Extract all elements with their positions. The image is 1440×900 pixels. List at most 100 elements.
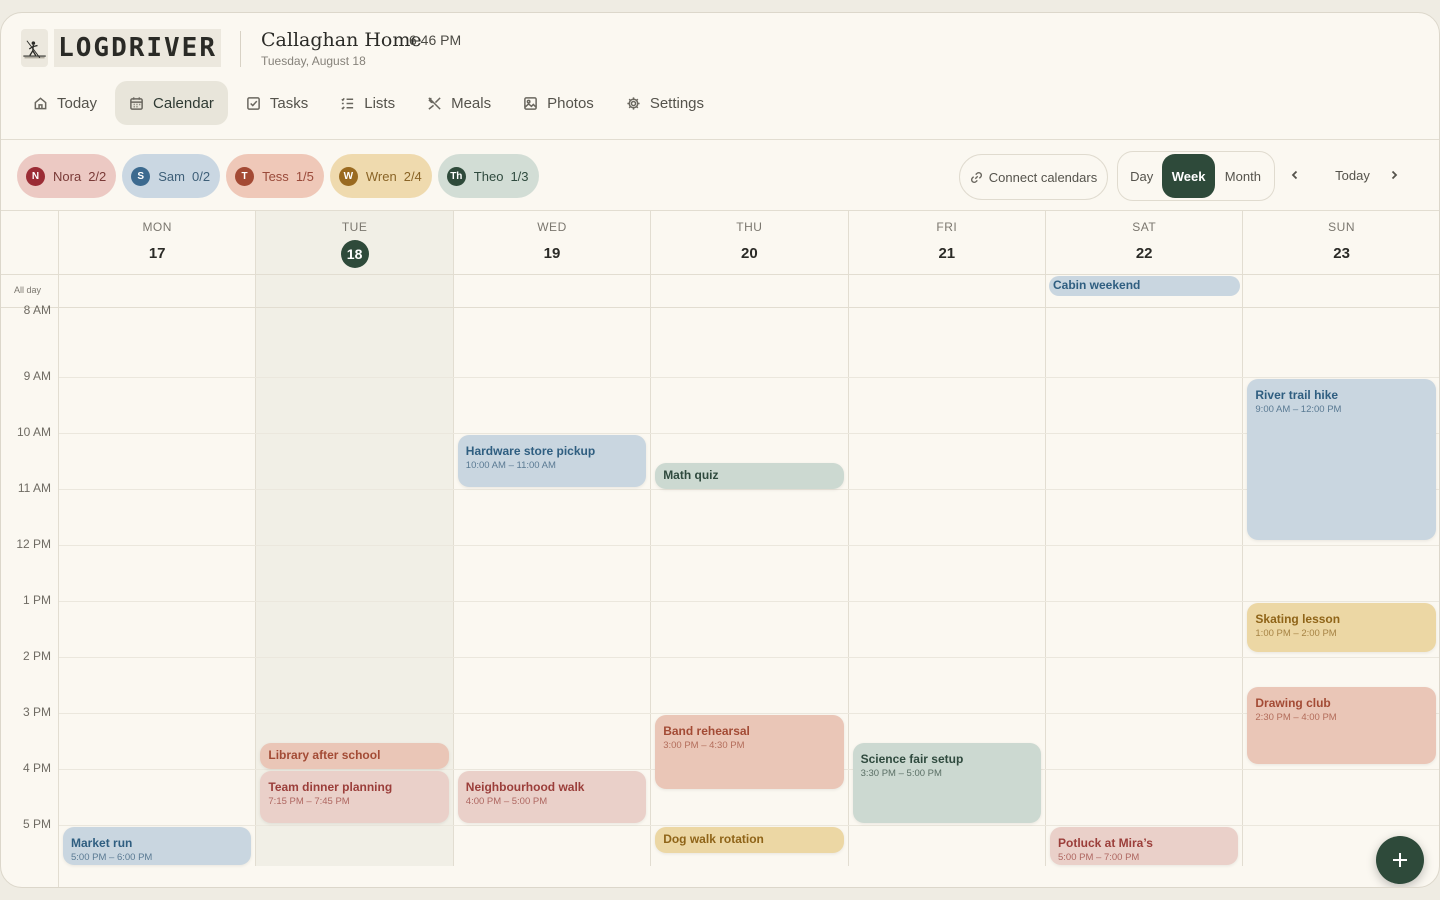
event-time: 1:00 PM – 2:00 PM: [1255, 628, 1337, 639]
day-number: 17: [148, 245, 166, 262]
add-event-button[interactable]: [1376, 836, 1424, 884]
calendar-event[interactable]: Band rehearsal 3:00 PM – 4:30 PM: [655, 715, 844, 790]
brand-logo[interactable]: LOGDRIVER: [21, 29, 221, 67]
event-title: Skating lesson: [1255, 612, 1341, 626]
plus-icon: [1393, 853, 1407, 867]
view-week-button[interactable]: Week: [1162, 154, 1215, 198]
current-time: 6:46 PM: [409, 32, 462, 48]
event-title: Market run: [71, 836, 133, 850]
member-avatar: S: [131, 166, 151, 186]
day-header-mon[interactable]: MON 17: [59, 211, 257, 274]
calendar-event[interactable]: Science fair setup 3:30 PM – 5:00 PM: [852, 743, 1041, 823]
calendar-event[interactable]: Neighbourhood walk 4:00 PM – 5:00 PM: [457, 771, 647, 823]
column-divider: [650, 211, 652, 866]
event-time: 10:00 AM – 11:00 AM: [465, 460, 556, 471]
calendar-event[interactable]: Potluck at Mira’s 5:00 PM – 7:00 PM: [1050, 827, 1239, 865]
column-divider: [1045, 211, 1046, 866]
next-week-button[interactable]: [1382, 162, 1406, 188]
hour-label: 12 PM: [16, 537, 51, 551]
hour-label: 11 AM: [17, 481, 51, 495]
day-header-wed[interactable]: WED 19: [454, 211, 652, 274]
member-task-count: 2/2: [88, 168, 107, 184]
hour-label: 8 AM: [23, 303, 51, 317]
calendar-event[interactable]: Market run 5:00 PM – 6:00 PM: [63, 827, 252, 865]
nav-photos[interactable]: Photos: [509, 81, 608, 125]
calendar-toolbar: N Nora 2/2 S Sam 0/2 T Tess 1/5 W Wren 2/4 Th Theo 1/3…: [1, 140, 1439, 211]
event-time: 4:00 PM – 5:00 PM: [465, 796, 548, 807]
connect-calendars-button[interactable]: Connect calendars: [959, 154, 1108, 200]
member-name: Wren: [365, 168, 397, 184]
previous-week-button[interactable]: [1283, 162, 1307, 188]
utensils-icon: [428, 96, 441, 110]
day-name: SUN: [1328, 220, 1355, 234]
calendar-event[interactable]: Library after school: [260, 743, 449, 769]
member-task-count: 1/3: [510, 168, 529, 184]
nav-lists[interactable]: Lists: [326, 81, 409, 125]
member-chip-sam[interactable]: S Sam 0/2: [122, 154, 221, 198]
jump-to-today-button[interactable]: Today: [1325, 162, 1380, 188]
member-avatar: T: [235, 166, 255, 186]
nav-meals[interactable]: Meals: [413, 81, 505, 125]
member-avatar: W: [338, 166, 358, 186]
calendar-event[interactable]: Team dinner planning 7:15 PM – 7:45 PM: [260, 771, 449, 823]
calendar-event[interactable]: Dog walk rotation: [655, 827, 844, 853]
column-divider: [255, 211, 257, 866]
day-name: WED: [537, 220, 567, 234]
event-time: 5:00 PM – 6:00 PM: [71, 852, 153, 863]
day-header-sat[interactable]: SAT 22: [1046, 211, 1244, 274]
day-number: 23: [1333, 245, 1350, 262]
event-time: 2:30 PM – 4:00 PM: [1255, 712, 1337, 723]
nav-label: Tasks: [269, 94, 309, 112]
event-title: Team dinner planning: [268, 780, 393, 794]
event-time: 9:00 AM – 12:00 PM: [1255, 404, 1342, 415]
hour-label: 9 AM: [23, 369, 51, 383]
main-nav: Today Calendar Tasks Lists Meals Photos: [19, 81, 718, 125]
hour-label: 3 PM: [22, 705, 51, 719]
member-chip-nora[interactable]: N Nora 2/2: [17, 154, 117, 198]
hour-label: 10 AM: [16, 425, 51, 439]
nav-tasks[interactable]: Tasks: [232, 81, 322, 125]
app-window: LOGDRIVER Callaghan Home 6:46 PM Tuesday…: [0, 12, 1440, 888]
column-divider: [847, 211, 849, 866]
event-time: 7:15 PM – 7:45 PM: [268, 796, 350, 807]
all-day-label: All day: [14, 285, 42, 295]
member-chip-theo[interactable]: Th Theo 1/3: [437, 154, 539, 198]
day-number: 18: [340, 240, 369, 268]
hour-line: [59, 545, 1439, 546]
event-title: Library after school: [268, 748, 381, 762]
member-chip-tess[interactable]: T Tess 1/5: [226, 154, 324, 198]
all-day-event[interactable]: Cabin weekend: [1049, 276, 1241, 296]
chevron-left-icon: [1291, 170, 1298, 180]
calendar-event[interactable]: Skating lesson 1:00 PM – 2:00 PM: [1247, 603, 1436, 653]
calendar-event[interactable]: Drawing club 2:30 PM – 4:00 PM: [1247, 687, 1436, 765]
day-header-thu[interactable]: THU 20: [651, 211, 849, 274]
member-chip-wren[interactable]: W Wren 2/4: [329, 154, 432, 198]
event-title: Science fair setup: [860, 752, 964, 766]
day-header-sun[interactable]: SUN 23: [1243, 211, 1439, 274]
view-day-button[interactable]: Day: [1121, 154, 1162, 198]
header-divider-line: [1, 274, 1439, 275]
day-name: TUE: [341, 220, 368, 234]
calendar-event[interactable]: River trail hike 9:00 AM – 12:00 PM: [1247, 379, 1436, 541]
view-month-button[interactable]: Month: [1215, 154, 1271, 198]
event-title: Potluck at Mira’s: [1058, 836, 1153, 850]
calendar-event[interactable]: Hardware store pickup 10:00 AM – 11:00 AM: [457, 435, 647, 487]
nav-label: Calendar: [153, 94, 214, 112]
nav-label: Settings: [649, 94, 705, 112]
calendar-event[interactable]: Math quiz: [655, 463, 844, 489]
event-title: Hardware store pickup: [465, 444, 596, 458]
brand-name: LOGDRIVER: [54, 29, 221, 67]
day-header-tue[interactable]: TUE 18: [256, 211, 454, 274]
nav-calendar[interactable]: Calendar: [115, 81, 228, 125]
nav-settings[interactable]: Settings: [612, 81, 718, 125]
nav-today[interactable]: Today: [19, 81, 111, 125]
logdriver-figure-icon: [21, 29, 49, 67]
member-task-count: 0/2: [192, 168, 211, 184]
header-divider: [240, 31, 241, 67]
image-icon: [524, 96, 537, 110]
day-header-fri[interactable]: FRI 21: [849, 211, 1046, 274]
column-divider: [452, 211, 454, 866]
hour-line: [59, 601, 1439, 602]
member-name: Nora: [53, 168, 82, 184]
event-time: 5:00 PM – 7:00 PM: [1058, 852, 1140, 863]
